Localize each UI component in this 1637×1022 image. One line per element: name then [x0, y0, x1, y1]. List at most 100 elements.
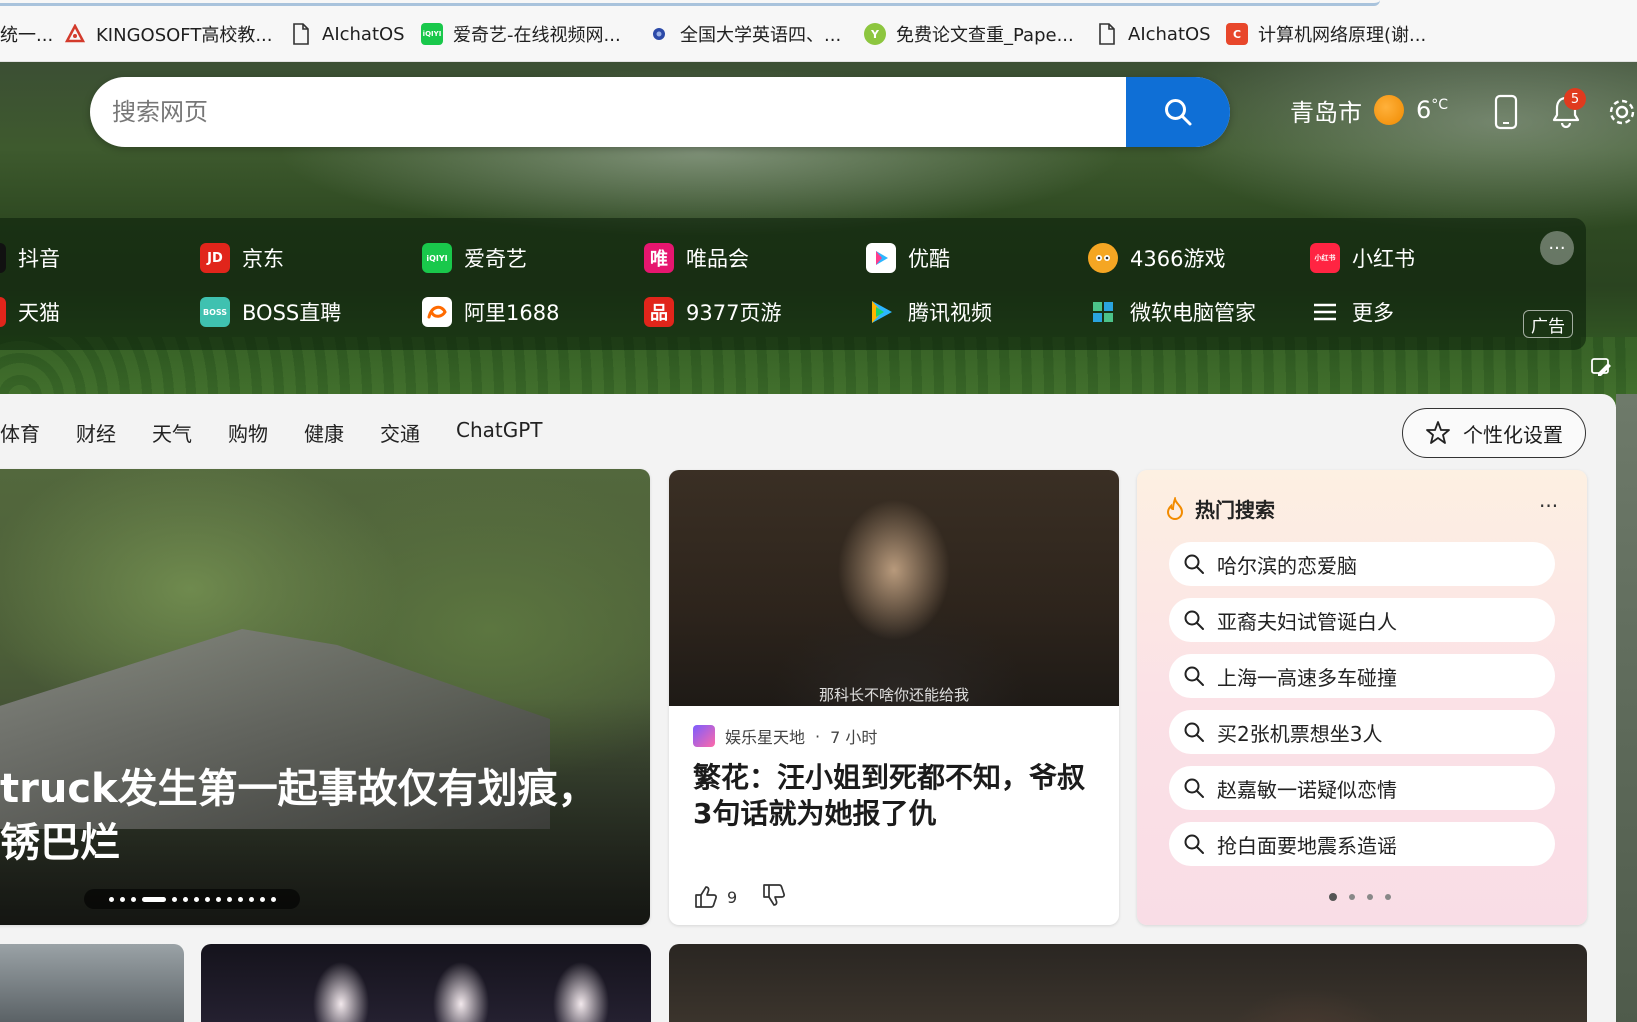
carousel-dot[interactable]	[270, 896, 276, 902]
story-thumbnail[interactable]	[0, 944, 184, 1022]
quick-links-panel	[0, 218, 1586, 350]
quicklink-tmall[interactable]: 天猫	[0, 294, 60, 330]
gear-icon	[1609, 99, 1635, 125]
carousel-dot[interactable]	[248, 896, 254, 902]
bookmark-aichatos-1[interactable]: AIchatOS	[290, 20, 405, 48]
like-button[interactable]: 9	[693, 884, 737, 910]
search-icon	[1184, 778, 1204, 798]
quicklink-9377[interactable]: 品 9377页游	[644, 294, 781, 330]
boss-icon: BOSS	[200, 297, 230, 327]
edit-background-button[interactable]	[1590, 356, 1612, 378]
news-card[interactable]: 那科长不啥你还能给我 娱乐星天地 · 7 小时 繁花：汪小姐到死都不知，爷叔3句…	[669, 470, 1119, 925]
carousel-dot[interactable]	[130, 896, 136, 902]
search-box	[90, 77, 1230, 147]
quicklink-1688[interactable]: 阿里1688	[422, 294, 559, 330]
carousel-dot[interactable]	[259, 896, 265, 902]
carousel-dot[interactable]	[182, 896, 188, 902]
category-traffic[interactable]: 交通	[380, 418, 420, 452]
quicklink-label: 更多	[1352, 301, 1394, 325]
ms-pc-manager-icon	[1088, 297, 1118, 327]
category-finance[interactable]: 财经	[76, 418, 116, 452]
background-edge	[1616, 394, 1637, 1022]
carousel-indicator[interactable]	[84, 889, 300, 909]
menu-icon	[1310, 297, 1340, 327]
pager-dot-active[interactable]	[1329, 893, 1337, 901]
category-shopping[interactable]: 购物	[228, 418, 268, 452]
bookmark-label: 免费论文查重_Pape...	[896, 25, 1074, 46]
category-sports[interactable]: 体育	[0, 418, 40, 452]
quicklink-more[interactable]: 更多	[1310, 294, 1394, 330]
quicklinks-more-button[interactable]: ···	[1540, 231, 1574, 265]
dislike-button[interactable]	[761, 882, 787, 912]
carousel-dot[interactable]	[215, 896, 221, 902]
vip-icon: 唯	[644, 243, 674, 273]
category-nav: 体育 财经 天气 购物 健康 交通 ChatGPT	[0, 418, 543, 452]
weather-widget[interactable]: 青岛市 6°C	[1290, 90, 1448, 130]
quicklink-ms-pc-manager[interactable]: 微软电脑管家	[1088, 294, 1256, 330]
bookmark-paperyy[interactable]: Y 免费论文查重_Pape...	[864, 20, 1074, 48]
quicklink-xiaohongshu[interactable]: 小红书 小红书	[1310, 240, 1415, 276]
bookmark-1[interactable]: 统一...	[0, 20, 53, 48]
category-chatgpt[interactable]: ChatGPT	[456, 418, 543, 452]
search-icon	[1184, 554, 1204, 574]
news-title[interactable]: 繁花：汪小姐到死都不知，爷叔3句话就为她报了仇	[693, 760, 1093, 832]
category-weather[interactable]: 天气	[152, 418, 192, 452]
pager-dot[interactable]	[1349, 894, 1355, 900]
search-icon	[1165, 99, 1192, 126]
bookmark-aichatos-2[interactable]: AIchatOS	[1096, 20, 1211, 48]
quicklink-youku[interactable]: 优酷	[866, 240, 950, 276]
hero-story-title[interactable]: truck发生第一起事故仅有划痕， 锈巴烂	[0, 762, 640, 870]
carousel-dot-active[interactable]	[141, 896, 166, 902]
pager-dot[interactable]	[1367, 894, 1373, 900]
carousel-dot[interactable]	[193, 896, 199, 902]
hot-search-item[interactable]: 赵嘉敏一诺疑似恋情	[1169, 766, 1555, 810]
quicklink-vip[interactable]: 唯 唯品会	[644, 240, 749, 276]
hot-search-item[interactable]: 抢白面要地震系造谣	[1169, 822, 1555, 866]
carousel-dot[interactable]	[237, 896, 243, 902]
quicklink-tencent-video[interactable]: 腾讯视频	[866, 294, 992, 330]
carousel-dot[interactable]	[204, 896, 210, 902]
quicklink-label: 阿里1688	[464, 301, 560, 325]
news-time: 7 小时	[830, 728, 878, 747]
carousel-dot[interactable]	[119, 896, 125, 902]
quicklink-label: 小红书	[1352, 247, 1415, 271]
quicklink-4366[interactable]: 4366游戏	[1088, 240, 1225, 276]
like-count: 9	[727, 887, 738, 907]
mobile-button[interactable]	[1488, 92, 1524, 132]
search-button[interactable]	[1126, 77, 1230, 147]
pager-dot[interactable]	[1385, 894, 1391, 900]
hot-search-more-button[interactable]: ···	[1539, 494, 1558, 518]
hot-search-pager	[1329, 893, 1391, 901]
settings-button[interactable]	[1604, 92, 1637, 132]
hot-search-item[interactable]: 亚裔夫妇试管诞白人	[1169, 598, 1555, 642]
bookmark-label: 统一...	[0, 25, 54, 46]
quicklink-douyin[interactable]: 抖音	[0, 240, 60, 276]
personalize-button[interactable]: 个性化设置	[1402, 408, 1586, 458]
kingosoft-logo-icon	[64, 23, 86, 45]
news-image: 那科长不啥你还能给我	[669, 470, 1119, 706]
quicklink-label: BOSS直聘	[242, 301, 342, 325]
story-thumbnail[interactable]	[669, 944, 1587, 1022]
bookmark-cet[interactable]: 全国大学英语四、...	[648, 20, 841, 48]
category-health[interactable]: 健康	[304, 418, 344, 452]
quicklink-jd[interactable]: JD 京东	[200, 240, 284, 276]
story-thumbnail[interactable]	[201, 944, 651, 1022]
hot-search-item[interactable]: 哈尔滨的恋爱脑	[1169, 542, 1555, 586]
carousel-dot[interactable]	[171, 896, 177, 902]
bookmark-kingosoft[interactable]: KINGOSOFT高校教...	[64, 20, 272, 48]
quicklink-label: 天猫	[18, 301, 60, 325]
bookmark-network[interactable]: C 计算机网络原理(谢...	[1226, 20, 1426, 48]
search-input[interactable]	[112, 77, 1112, 147]
star-settings-icon	[1426, 421, 1450, 444]
page-icon	[290, 23, 312, 45]
carousel-dot[interactable]	[226, 896, 232, 902]
carousel-dot[interactable]	[108, 896, 114, 902]
hot-search-item[interactable]: 上海一高速多车碰撞	[1169, 654, 1555, 698]
bookmark-iqiyi[interactable]: iQIYI 爱奇艺-在线视频网...	[421, 20, 621, 48]
hot-search-item[interactable]: 买2张机票想坐3人	[1169, 710, 1555, 754]
quicklink-boss[interactable]: BOSS BOSS直聘	[200, 294, 341, 330]
quicklink-iqiyi[interactable]: iQIYI 爱奇艺	[422, 240, 527, 276]
bookmark-label: 计算机网络原理(谢...	[1258, 25, 1427, 46]
thumbs-down-icon	[763, 884, 786, 906]
cet-logo-icon	[648, 23, 670, 45]
